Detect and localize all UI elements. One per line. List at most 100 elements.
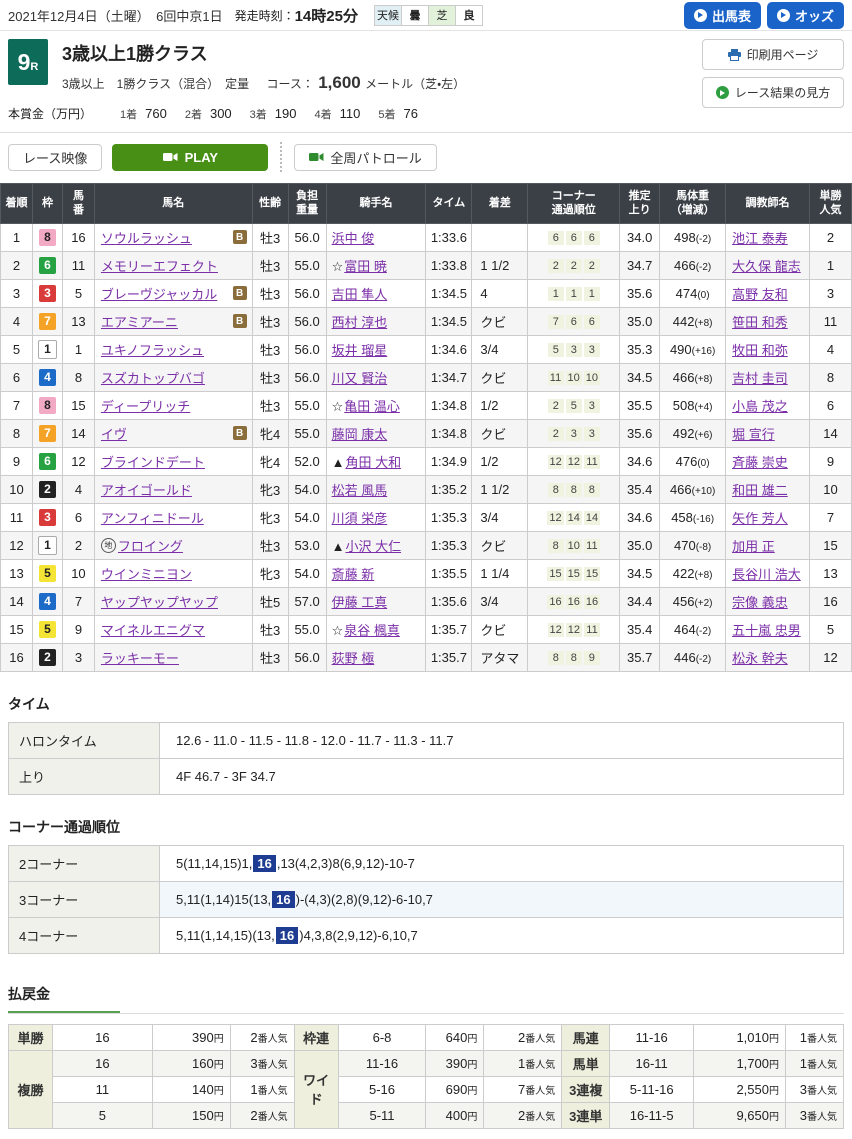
prize-amount-value: 110	[340, 106, 361, 121]
trainer-name-link[interactable]: 堀 宣行	[732, 427, 775, 442]
result-row: 1623ラッキーモー牡356.0荻野 極1:35.7アタマ88935.7446(…	[1, 643, 852, 671]
corner-position-value: 7	[548, 315, 564, 329]
win-popularity: 6	[809, 391, 851, 419]
carried-weight: 56.0	[288, 363, 326, 391]
arrow-circle-icon	[716, 86, 729, 99]
horse-name-link[interactable]: ブラインドデート	[101, 452, 205, 471]
horse-weight-diff: (+10)	[692, 486, 716, 497]
corner-row-label: 4コーナー	[9, 917, 160, 953]
corner-positions: 111010	[528, 363, 620, 391]
prize-label: 本賞金（万円）	[8, 105, 92, 122]
frame-number-badge: 8	[39, 229, 56, 246]
horse-name-link[interactable]: アンフィニドール	[101, 508, 204, 527]
jockey-name-link[interactable]: 藤岡 康太	[332, 427, 388, 442]
arrow-circle-icon	[694, 9, 707, 22]
shutsuba-button[interactable]: 出馬表	[684, 2, 761, 29]
horse-name-link[interactable]: メモリーエフェクト	[101, 256, 218, 275]
bet-type-label: 3連単	[562, 1102, 610, 1128]
jockey-name-link[interactable]: 吉田 隼人	[332, 287, 388, 302]
corner-position-value: 12	[566, 455, 582, 469]
jockey-name-link[interactable]: 角田 大和	[345, 455, 401, 470]
jockey-name-link[interactable]: 富田 暁	[344, 259, 387, 274]
corner-positions: 222	[528, 251, 620, 279]
horse-name-link[interactable]: ディープリッチ	[101, 396, 190, 415]
corner-position-value: 10	[566, 539, 582, 553]
trainer-name-link[interactable]: 吉村 圭司	[732, 371, 788, 386]
horse-name-link[interactable]: ラッキーモー	[101, 648, 179, 667]
corner-positions: 766	[528, 307, 620, 335]
prize-place-label: 3着	[250, 109, 267, 121]
horse-name-link[interactable]: ウインミニヨン	[101, 564, 192, 583]
horse-name-cell: エアミアーニB	[94, 307, 252, 335]
jockey-name-link[interactable]: 泉谷 楓真	[344, 623, 400, 638]
horse-name-link[interactable]: エアミアーニ	[101, 312, 178, 331]
trainer-name-link[interactable]: 小島 茂之	[732, 399, 788, 414]
jockey-name-link[interactable]: 坂井 瑠星	[332, 343, 388, 358]
play-button[interactable]: PLAY	[112, 144, 268, 171]
horse-weight: 466(+8)	[660, 363, 726, 391]
horse-name-link[interactable]: ソウルラッシュ	[101, 228, 192, 247]
odds-button[interactable]: オッズ	[767, 2, 844, 29]
horse-name-link[interactable]: ヤップヤップヤップ	[101, 592, 218, 611]
corner-position-value: 10	[584, 371, 600, 385]
jockey-name-link[interactable]: 川又 賢治	[332, 371, 388, 386]
jockey-name-link[interactable]: 伊藤 工真	[332, 595, 388, 610]
horse-name-link[interactable]: イヴ	[101, 424, 127, 443]
frame-cell: 4	[32, 363, 62, 391]
horse-number: 16	[62, 223, 94, 251]
trainer-name-link[interactable]: 矢作 芳人	[732, 511, 788, 526]
jockey-name-link[interactable]: 斎藤 新	[332, 567, 375, 582]
trainer-name-link[interactable]: 高野 友和	[732, 287, 788, 302]
horse-name-link[interactable]: アオイゴールド	[101, 480, 192, 499]
bet-popularity: 3番人気	[785, 1102, 843, 1128]
trainer-name-link[interactable]: 五十嵐 忠男	[732, 623, 801, 638]
trainer-name-link[interactable]: 加用 正	[732, 539, 775, 554]
trainer-name-link[interactable]: 和田 雄二	[732, 483, 788, 498]
column-header: 馬 番	[62, 184, 94, 224]
finish-position: 7	[1, 391, 33, 419]
print-page-button[interactable]: 印刷用ページ	[702, 39, 844, 70]
horse-name-link[interactable]: ユキノフラッシュ	[101, 340, 204, 359]
jockey-name-link[interactable]: 松若 風馬	[332, 483, 388, 498]
race-video-button[interactable]: レース映像	[8, 144, 102, 171]
finish-time: 1:35.2	[426, 475, 472, 503]
horse-name-link[interactable]: スズカトップバゴ	[101, 368, 205, 387]
bet-selection: 16	[52, 1050, 152, 1076]
trainer-name-link[interactable]: 大久保 龍志	[732, 259, 801, 274]
horse-name-link[interactable]: フロイング	[118, 536, 183, 555]
horse-name-link[interactable]: マイネルエニグマ	[101, 620, 205, 639]
corner-positions: 121211	[528, 615, 620, 643]
jockey-name-link[interactable]: 荻野 極	[332, 651, 375, 666]
margin: 1/2	[472, 447, 528, 475]
trainer-cell: 宗像 義忠	[726, 587, 810, 615]
corner-positions: 889	[528, 643, 620, 671]
frame-cell: 6	[32, 251, 62, 279]
column-header: 着順	[1, 184, 33, 224]
jockey-name-link[interactable]: 川須 栄彦	[332, 511, 388, 526]
estimated-last-3f: 34.7	[620, 251, 660, 279]
horse-weight-diff: (+16)	[692, 346, 716, 357]
sex-age: 牝3	[252, 559, 288, 587]
horse-number: 3	[62, 643, 94, 671]
jockey-name-link[interactable]: 浜中 俊	[332, 231, 375, 246]
patrol-video-button[interactable]: 全周パトロール	[294, 144, 436, 171]
jockey-name-link[interactable]: 小沢 大仁	[345, 539, 401, 554]
trainer-name-link[interactable]: 斉藤 崇史	[732, 455, 788, 470]
yen-suffix: 円	[467, 1060, 477, 1071]
bet-selection: 16-11-5	[610, 1102, 694, 1128]
trainer-name-link[interactable]: 池江 泰寿	[732, 231, 788, 246]
results-guide-button[interactable]: レース結果の見方	[702, 77, 844, 108]
finish-position: 14	[1, 587, 33, 615]
jockey-name-link[interactable]: 亀田 温心	[344, 399, 400, 414]
trainer-name-link[interactable]: 宗像 義忠	[732, 595, 788, 610]
trainer-name-link[interactable]: 笹田 和秀	[732, 315, 788, 330]
trainer-name-link[interactable]: 牧田 和弥	[732, 343, 788, 358]
carried-weight: 53.0	[288, 531, 326, 559]
jockey-apprentice-mark: ▲	[332, 455, 345, 470]
jockey-name-link[interactable]: 西村 淳也	[332, 315, 388, 330]
horse-name-link[interactable]: ブレーヴジャッカル	[101, 284, 217, 303]
column-header: 騎手名	[326, 184, 426, 224]
bet-popularity: 7番人気	[484, 1076, 562, 1102]
trainer-name-link[interactable]: 長谷川 浩大	[732, 567, 801, 582]
trainer-name-link[interactable]: 松永 幹夫	[732, 651, 788, 666]
